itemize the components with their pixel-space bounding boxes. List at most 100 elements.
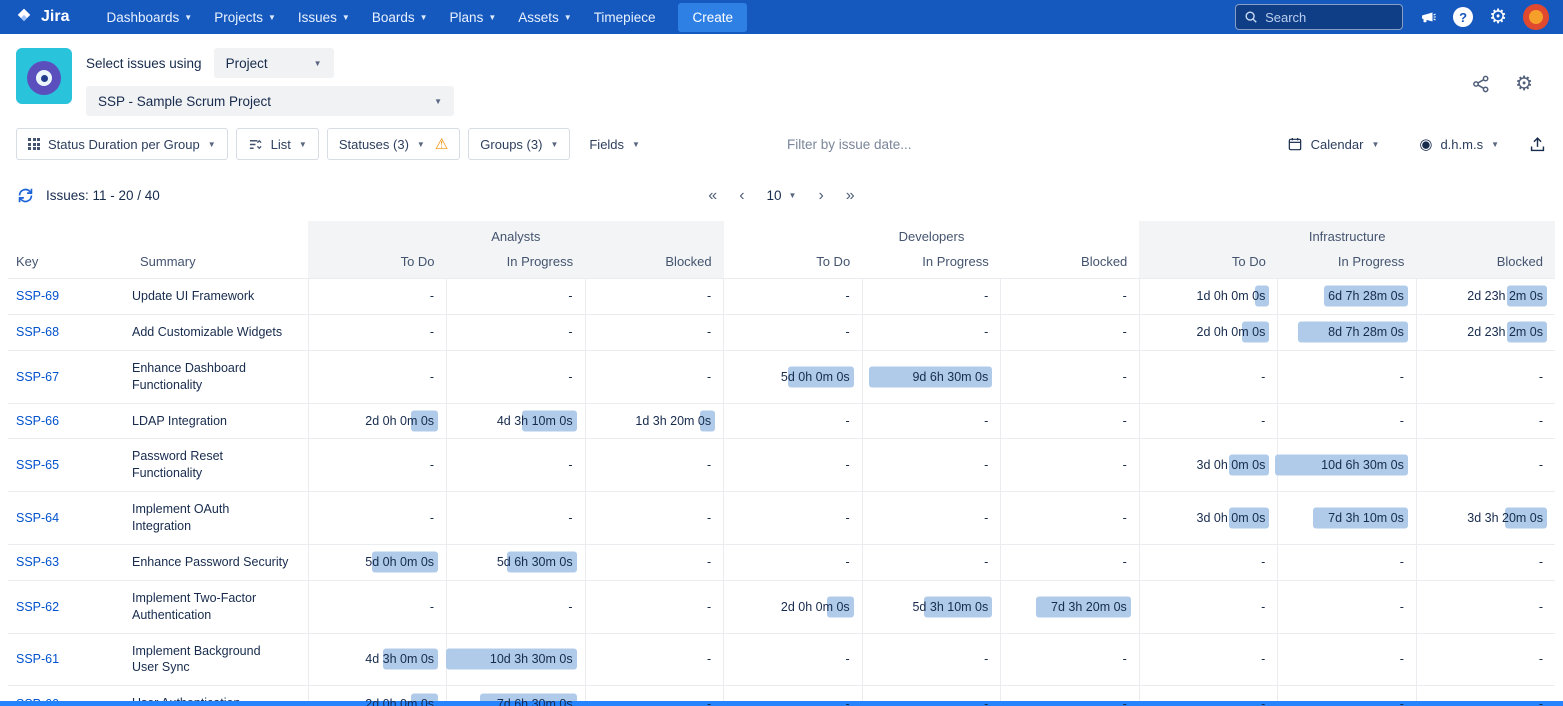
issue-key-link[interactable]: SSP-69 — [16, 289, 59, 303]
issue-date-filter-input[interactable] — [787, 137, 987, 152]
duration-cell: - — [724, 633, 863, 686]
brand-name: Jira — [41, 8, 69, 26]
issue-source-select[interactable]: Project▼ — [214, 48, 334, 78]
duration-cell: 10d 3h 30m 0s — [447, 633, 586, 686]
duration-cell: 4d 3h 10m 0s — [447, 403, 586, 439]
report-type-button[interactable]: Status Duration per Group▼ — [16, 128, 228, 160]
export-icon[interactable] — [1528, 135, 1547, 154]
duration-cell: - — [724, 492, 863, 545]
duration-cell: - — [1139, 580, 1278, 633]
duration-cell: - — [585, 314, 724, 350]
summary-cell: Enhance Password Security — [132, 544, 308, 580]
duration-cell: - — [585, 439, 724, 492]
duration-cell: 5d 0h 0m 0s — [308, 544, 447, 580]
duration-cell: 4d 3h 0m 0s — [308, 633, 447, 686]
duration-cell: - — [585, 279, 724, 315]
duration-cell: - — [585, 492, 724, 545]
project-select[interactable]: SSP - Sample Scrum Project▼ — [86, 86, 454, 116]
create-button[interactable]: Create — [678, 3, 747, 32]
key-cell: SSP-62 — [8, 580, 132, 633]
global-search[interactable] — [1235, 4, 1403, 30]
status-duration-table: AnalystsDevelopersInfrastructureKeySumma… — [8, 221, 1555, 706]
duration-cell: - — [862, 279, 1001, 315]
fields-button[interactable]: Fields▼ — [578, 128, 651, 160]
duration-cell: - — [862, 492, 1001, 545]
issue-key-link[interactable]: SSP-64 — [16, 511, 59, 525]
duration-cell: - — [1001, 633, 1140, 686]
duration-cell: - — [1416, 580, 1555, 633]
first-page-button[interactable]: « — [708, 188, 717, 204]
issue-key-link[interactable]: SSP-62 — [16, 600, 59, 614]
nav-item-boards[interactable]: Boards▼ — [361, 0, 439, 34]
select-issues-label: Select issues using — [86, 56, 202, 71]
user-avatar[interactable] — [1523, 4, 1549, 30]
duration-cell: 3d 3h 20m 0s — [1416, 492, 1555, 545]
nav-item-issues[interactable]: Issues▼ — [287, 0, 361, 34]
bottom-accent-strip — [0, 701, 1563, 706]
duration-cell: - — [1416, 350, 1555, 403]
duration-format-button[interactable]: ◉ d.h.m.s▼ — [1408, 128, 1510, 160]
nav-item-timepiece[interactable]: Timepiece — [583, 0, 667, 34]
prev-page-button[interactable]: ‹ — [739, 188, 744, 204]
settings-gear-icon[interactable]: ⚙ — [1489, 7, 1507, 27]
duration-cell: - — [585, 350, 724, 403]
duration-cell: 2d 0h 0m 0s — [724, 580, 863, 633]
calendar-button[interactable]: Calendar▼ — [1276, 128, 1391, 160]
key-cell: SSP-63 — [8, 544, 132, 580]
duration-cell: - — [862, 544, 1001, 580]
duration-cell: - — [724, 439, 863, 492]
nav-item-assets[interactable]: Assets▼ — [507, 0, 582, 34]
issue-key-link[interactable]: SSP-68 — [16, 325, 59, 339]
refresh-icon[interactable] — [16, 186, 35, 205]
issue-key-link[interactable]: SSP-67 — [16, 370, 59, 384]
duration-cell: - — [1278, 544, 1417, 580]
duration-cell: - — [724, 314, 863, 350]
jira-logo[interactable]: Jira — [14, 7, 69, 27]
duration-cell: - — [585, 633, 724, 686]
announcements-icon[interactable] — [1419, 8, 1437, 26]
search-input[interactable] — [1265, 10, 1394, 25]
nav-item-plans[interactable]: Plans▼ — [439, 0, 508, 34]
table-row: SSP-67Enhance Dashboard Functionality---… — [8, 350, 1555, 403]
duration-cell: - — [1001, 544, 1140, 580]
summary-cell: Implement Two-Factor Authentication — [132, 580, 308, 633]
duration-cell: 5d 0h 0m 0s — [724, 350, 863, 403]
report-settings-gear-icon[interactable]: ⚙ — [1515, 74, 1533, 94]
format-eye-icon: ◉ — [1419, 137, 1432, 152]
issue-key-link[interactable]: SSP-63 — [16, 555, 59, 569]
next-page-button[interactable]: › — [818, 188, 823, 204]
duration-cell: 2d 0h 0m 0s — [1139, 314, 1278, 350]
duration-cell: - — [308, 350, 447, 403]
summary-cell: Add Customizable Widgets — [132, 314, 308, 350]
duration-cell: - — [1416, 439, 1555, 492]
duration-cell: - — [1278, 580, 1417, 633]
view-mode-button[interactable]: List▼ — [236, 128, 319, 160]
issues-bar: Issues: 11 - 20 / 40 « ‹ 10▼ › » — [0, 172, 1563, 221]
column-header-analysts-to-do: To Do — [308, 247, 447, 279]
issue-key-link[interactable]: SSP-66 — [16, 414, 59, 428]
last-page-button[interactable]: » — [846, 188, 855, 204]
group-header-analysts: Analysts — [308, 221, 724, 247]
page-size-select[interactable]: 10▼ — [767, 188, 797, 203]
nav-item-dashboards[interactable]: Dashboards▼ — [95, 0, 203, 34]
key-cell: SSP-66 — [8, 403, 132, 439]
duration-cell: - — [1416, 633, 1555, 686]
duration-cell: - — [1278, 633, 1417, 686]
duration-cell: - — [1139, 633, 1278, 686]
duration-cell: - — [724, 279, 863, 315]
issue-key-link[interactable]: SSP-61 — [16, 652, 59, 666]
duration-cell: - — [585, 580, 724, 633]
help-icon[interactable]: ? — [1453, 7, 1473, 27]
key-cell: SSP-64 — [8, 492, 132, 545]
report-toolbar: Status Duration per Group▼ List▼ Statuse… — [0, 124, 1563, 172]
duration-cell: - — [308, 314, 447, 350]
summary-cell: Password Reset Functionality — [132, 439, 308, 492]
issue-key-link[interactable]: SSP-65 — [16, 458, 59, 472]
key-cell: SSP-65 — [8, 439, 132, 492]
share-icon[interactable] — [1471, 74, 1491, 94]
duration-cell: 1d 0h 0m 0s — [1139, 279, 1278, 315]
groups-filter-button[interactable]: Groups (3)▼ — [468, 128, 570, 160]
statuses-filter-button[interactable]: Statuses (3)▼ ⚠ — [327, 128, 460, 160]
nav-item-projects[interactable]: Projects▼ — [203, 0, 287, 34]
column-header-infrastructure-to-do: To Do — [1139, 247, 1278, 279]
